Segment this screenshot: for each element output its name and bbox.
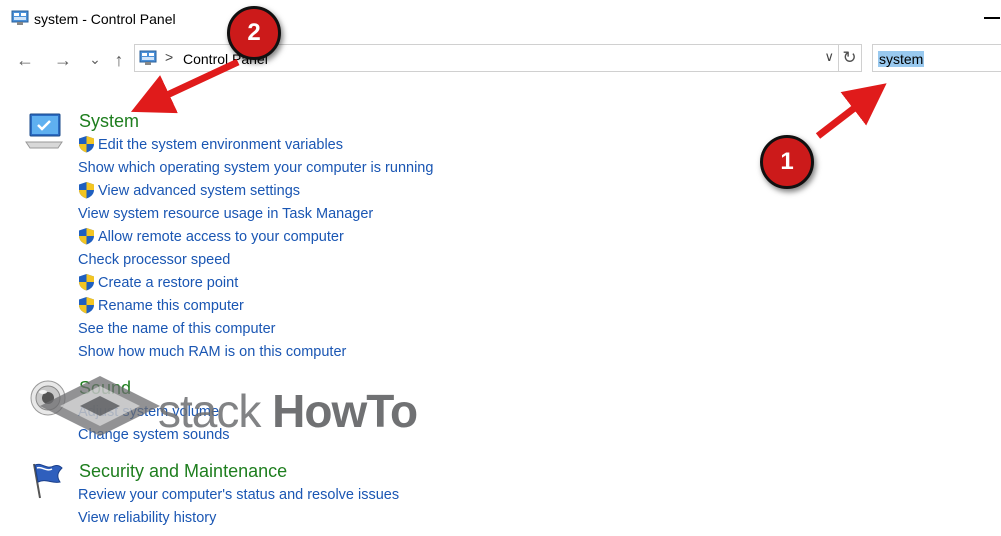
link-reliability-history[interactable]: View reliability history [78,510,216,526]
link-advanced-system-settings[interactable]: View advanced system settings [98,183,300,199]
up-button[interactable]: ↑ [108,49,130,71]
link-change-sounds[interactable]: Change system sounds [78,427,230,443]
speaker-icon [30,380,66,416]
link-restore-point[interactable]: Create a restore point [98,275,238,291]
breadcrumb-separator[interactable]: > [165,49,173,65]
arrow-to-search [815,83,887,139]
link-rename-computer[interactable]: Rename this computer [98,298,244,314]
link-ram-amount[interactable]: Show how much RAM is on this computer [78,344,346,360]
link-edit-environment-variables[interactable]: Edit the system environment variables [98,137,343,153]
control-panel-icon [139,50,157,65]
callout-step-1: 1 [760,135,814,189]
link-review-status[interactable]: Review your computer's status and resolv… [78,487,399,503]
uac-shield-icon [79,274,94,291]
uac-shield-icon [79,182,94,199]
minimize-button[interactable] [984,17,1000,19]
window-title: system - Control Panel [34,11,176,27]
link-computer-name[interactable]: See the name of this computer [78,321,275,337]
category-security-maintenance[interactable]: Security and Maintenance [79,461,287,482]
flag-icon [33,463,63,499]
link-task-manager[interactable]: View system resource usage in Task Manag… [78,206,373,222]
annotation-arrows [130,58,887,139]
title-bar: system - Control Panel [0,0,1001,38]
uac-shield-icon [79,228,94,245]
search-input[interactable]: system [878,51,925,67]
recent-locations-button[interactable]: ⌄ [84,48,106,70]
link-adjust-volume[interactable]: Adjust system volume [78,404,219,420]
callout-step-2: 2 [227,6,281,60]
category-sound[interactable]: Sound [79,378,131,399]
refresh-button[interactable]: ↻ [838,44,862,72]
link-remote-access[interactable]: Allow remote access to your computer [98,229,344,245]
chevron-down-icon[interactable]: ∨ [824,49,834,65]
system-computer-icon [25,113,63,149]
uac-shield-icon [79,297,94,314]
control-panel-icon [11,10,29,25]
back-button[interactable]: ← [14,49,36,71]
search-box[interactable]: system [872,44,1001,72]
link-processor-speed[interactable]: Check processor speed [78,252,230,268]
uac-shield-icon [79,136,94,153]
forward-button[interactable]: → [52,49,74,71]
link-show-operating-system[interactable]: Show which operating system your compute… [78,160,433,176]
category-system[interactable]: System [79,111,139,132]
